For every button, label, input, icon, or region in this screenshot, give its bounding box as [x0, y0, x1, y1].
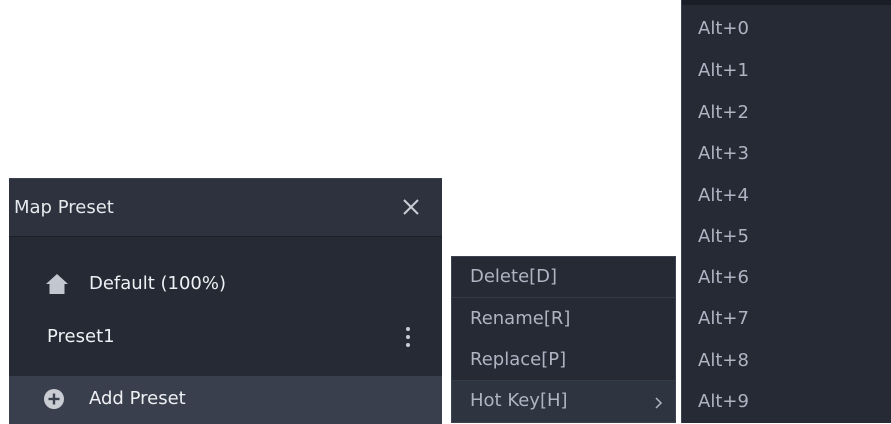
hot-key-label: Alt+5	[698, 226, 749, 247]
menu-item-delete[interactable]: Delete[D]	[452, 257, 675, 298]
hot-key-submenu: Alt+0 Alt+1 Alt+2 Alt+3 Alt+4 Alt+5 Alt+…	[681, 0, 891, 423]
close-icon[interactable]	[398, 194, 424, 220]
add-preset-label: Add Preset	[89, 388, 186, 409]
hot-key-item[interactable]: Alt+7	[682, 299, 891, 339]
hot-key-label: Alt+3	[698, 143, 749, 164]
hot-key-item[interactable]: Alt+2	[682, 93, 891, 133]
more-vertical-icon[interactable]	[400, 323, 416, 351]
hot-key-item[interactable]: Alt+6	[682, 258, 891, 298]
hot-key-item[interactable]: Alt+3	[682, 134, 891, 174]
menu-item-label: Hot Key[H]	[470, 390, 568, 411]
hot-key-item[interactable]: Alt+0	[682, 9, 891, 49]
menu-item-label: Delete[D]	[470, 266, 558, 287]
preset-item-default[interactable]: Default (100%)	[9, 263, 442, 305]
map-preset-panel: Map Preset Default (100%) Preset1 Add Pr…	[9, 178, 442, 424]
hot-key-item[interactable]: Alt+1	[682, 51, 891, 91]
preset-context-menu: Delete[D] Rename[R] Replace[P] Hot Key[H…	[451, 256, 676, 423]
hot-key-item[interactable]: Alt+5	[682, 217, 891, 257]
hot-key-item[interactable]: Alt+9	[682, 382, 891, 422]
submenu-top-edge	[682, 0, 891, 5]
hot-key-label: Alt+0	[698, 18, 749, 39]
preset-label: Default (100%)	[89, 273, 226, 294]
menu-item-label: Replace[P]	[470, 349, 567, 370]
hot-key-label: Alt+4	[698, 185, 749, 206]
menu-item-label: Rename[R]	[470, 308, 571, 329]
hot-key-label: Alt+2	[698, 102, 749, 123]
chevron-right-icon	[654, 395, 664, 409]
menu-item-hot-key[interactable]: Hot Key[H]	[452, 381, 675, 422]
hot-key-item[interactable]: Alt+8	[682, 341, 891, 381]
menu-item-replace[interactable]: Replace[P]	[452, 340, 675, 381]
hot-key-label: Alt+1	[698, 60, 749, 81]
add-preset-button[interactable]: Add Preset	[9, 376, 442, 424]
panel-header: Map Preset	[9, 179, 442, 237]
menu-item-rename[interactable]: Rename[R]	[452, 299, 675, 340]
preset-label: Preset1	[47, 326, 115, 347]
hot-key-label: Alt+9	[698, 391, 749, 412]
preset-item-preset1[interactable]: Preset1	[9, 316, 442, 358]
panel-title: Map Preset	[14, 197, 114, 218]
home-icon	[45, 273, 69, 295]
hot-key-label: Alt+7	[698, 308, 749, 329]
plus-circle-icon	[43, 388, 65, 410]
hot-key-label: Alt+6	[698, 267, 749, 288]
hot-key-item[interactable]: Alt+4	[682, 176, 891, 216]
hot-key-label: Alt+8	[698, 350, 749, 371]
